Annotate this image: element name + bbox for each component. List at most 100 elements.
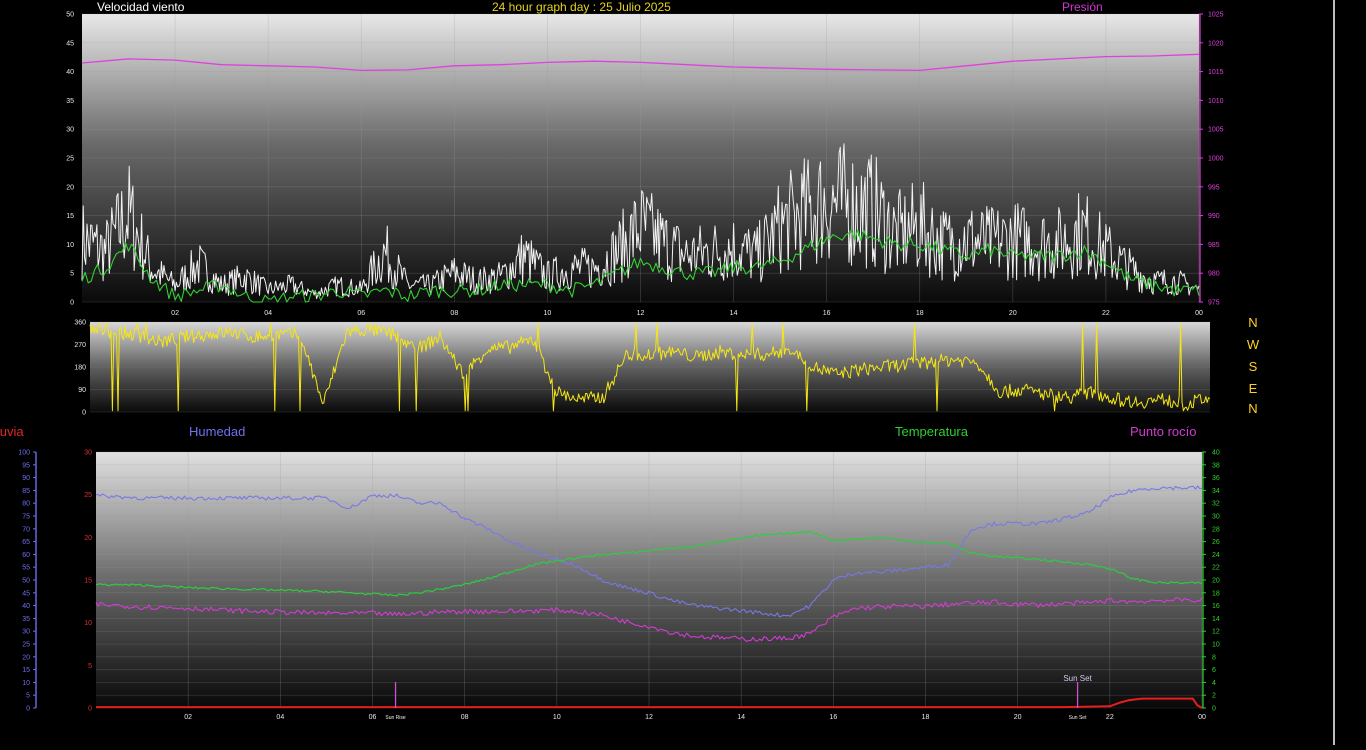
temperature-y-tick-label: 20 <box>1212 578 1220 585</box>
direction-label-w: W <box>1246 337 1260 352</box>
wind-y-tick-label: 0 <box>70 300 74 307</box>
climate-x-tick-label: 02 <box>184 714 192 721</box>
direction-y-tick-label: 90 <box>78 387 86 394</box>
climate-x-tick-label: 20 <box>1014 714 1022 721</box>
humidity-y-tick-label: 20 <box>22 654 30 661</box>
direction-y-tick-label: 360 <box>74 320 86 327</box>
temperature-y-tick-label: 8 <box>1212 654 1216 661</box>
climate-x-tick-label: 10 <box>553 714 561 721</box>
wind-y-tick-label: 40 <box>66 69 74 76</box>
temperature-y-tick-label: 16 <box>1212 603 1220 610</box>
pressure-y-tick-label: 990 <box>1208 213 1220 220</box>
humidity-y-tick-label: 45 <box>22 590 30 597</box>
rain-y-tick-label: 5 <box>88 663 92 670</box>
wind-x-tick-label: 10 <box>544 310 552 317</box>
temperature-y-tick-label: 12 <box>1212 629 1220 636</box>
wind-y-tick-label: 5 <box>70 271 74 278</box>
graph-main-title: 24 hour graph day : 25 Julio 2025 <box>492 0 671 14</box>
temperature-y-tick-label: 38 <box>1212 462 1220 469</box>
rain-y-tick-label: 30 <box>84 450 92 457</box>
sunset-axis-label: Sun Set <box>1069 715 1087 721</box>
humidity-y-tick-label: 60 <box>22 552 30 559</box>
humidity-y-tick-label: 10 <box>22 680 30 687</box>
temperature-y-tick-label: 22 <box>1212 565 1220 572</box>
pressure-y-tick-label: 1020 <box>1208 40 1224 47</box>
humidity-y-tick-label: 100 <box>18 450 30 457</box>
climate-x-tick-label: 18 <box>922 714 930 721</box>
humidity-y-tick-label: 75 <box>22 514 30 521</box>
rain-y-tick-label: 10 <box>84 620 92 627</box>
wind-x-tick-label: 04 <box>264 310 272 317</box>
direction-label-e: E <box>1248 381 1258 396</box>
wind-title: Velocidad viento <box>97 0 185 14</box>
rain-title: lluvia <box>0 424 24 439</box>
wind-y-tick-label: 50 <box>66 12 74 19</box>
wind-y-tick-label: 30 <box>66 127 74 134</box>
humidity-y-tick-label: 90 <box>22 475 30 482</box>
wind-x-tick-label: 00 <box>1195 310 1203 317</box>
wind-x-tick-label: 16 <box>823 310 831 317</box>
rain-y-tick-label: 15 <box>84 578 92 585</box>
temperature-y-tick-label: 26 <box>1212 539 1220 546</box>
wind-y-tick-label: 45 <box>66 40 74 47</box>
direction-label-n-top: N <box>1248 315 1258 330</box>
humidity-title: Humedad <box>189 424 246 439</box>
direction-y-tick-label: 0 <box>82 410 86 417</box>
rain-y-tick-label: 20 <box>84 535 92 542</box>
direction-y-tick-label: 270 <box>74 342 86 349</box>
temperature-y-tick-label: 14 <box>1212 616 1220 623</box>
pressure-y-tick-label: 1010 <box>1208 98 1224 105</box>
temperature-y-tick-label: 2 <box>1212 693 1216 700</box>
wind-x-tick-label: 06 <box>357 310 365 317</box>
pressure-title: Presión <box>1062 0 1103 14</box>
wind-y-tick-label: 20 <box>66 184 74 191</box>
wind-y-tick-label: 25 <box>66 156 74 163</box>
humidity-y-tick-label: 35 <box>22 616 30 623</box>
sunrise-label: Sun Rise <box>385 715 406 721</box>
direction-label-n-bottom: N <box>1248 401 1258 416</box>
humidity-y-tick-label: 40 <box>22 603 30 610</box>
climate-x-tick-label: 12 <box>645 714 653 721</box>
climate-x-tick-label: 16 <box>829 714 837 721</box>
pressure-y-tick-label: 975 <box>1208 300 1220 307</box>
climate-x-tick-label: 04 <box>276 714 284 721</box>
humidity-y-tick-label: 70 <box>22 526 30 533</box>
wind-x-tick-label: 22 <box>1102 310 1110 317</box>
humidity-y-tick-label: 30 <box>22 629 30 636</box>
humidity-y-tick-label: 55 <box>22 565 30 572</box>
pressure-y-tick-label: 1025 <box>1208 12 1224 19</box>
climate-x-tick-label: 14 <box>737 714 745 721</box>
temperature-y-tick-label: 6 <box>1212 667 1216 674</box>
humidity-y-tick-label: 15 <box>22 667 30 674</box>
wind-y-tick-label: 35 <box>66 98 74 105</box>
direction-y-tick-label: 180 <box>74 365 86 372</box>
wind-y-tick-label: 10 <box>66 242 74 249</box>
pressure-y-tick-label: 980 <box>1208 271 1220 278</box>
temperature-y-tick-label: 4 <box>1212 680 1216 687</box>
humidity-y-tick-label: 0 <box>26 706 30 713</box>
climate-x-tick-label: 08 <box>461 714 469 721</box>
temperature-y-tick-label: 36 <box>1212 475 1220 482</box>
right-border <box>1333 0 1335 745</box>
pressure-y-tick-label: 985 <box>1208 242 1220 249</box>
weather-graph-page: 0 5 10 15 20 25 30 35 40 45 50 975 980 985 990 995 1000 1… <box>0 0 1366 745</box>
rain-y-tick-label: 25 <box>84 492 92 499</box>
climate-x-tick-label: 06 <box>369 714 377 721</box>
humidity-y-tick-label: 25 <box>22 642 30 649</box>
wind-y-tick-label: 15 <box>66 213 74 220</box>
humidity-y-tick-label: 5 <box>26 693 30 700</box>
wind-x-tick-label: 12 <box>637 310 645 317</box>
temperature-y-tick-label: 24 <box>1212 552 1220 559</box>
temperature-y-tick-label: 10 <box>1212 642 1220 649</box>
temperature-y-tick-label: 18 <box>1212 590 1220 597</box>
humidity-y-tick-label: 95 <box>22 462 30 469</box>
humidity-y-tick-label: 65 <box>22 539 30 546</box>
wind-x-tick-label: 20 <box>1009 310 1017 317</box>
temperature-y-tick-label: 32 <box>1212 501 1220 508</box>
temperature-y-tick-label: 0 <box>1212 706 1216 713</box>
pressure-y-tick-label: 1005 <box>1208 127 1224 134</box>
sunset-label: Sun Set <box>1063 674 1092 683</box>
humidity-y-tick-label: 85 <box>22 488 30 495</box>
wind-x-tick-label: 18 <box>916 310 924 317</box>
graph-canvas: 0510152025303540455097598098599099510001… <box>18 12 1224 722</box>
